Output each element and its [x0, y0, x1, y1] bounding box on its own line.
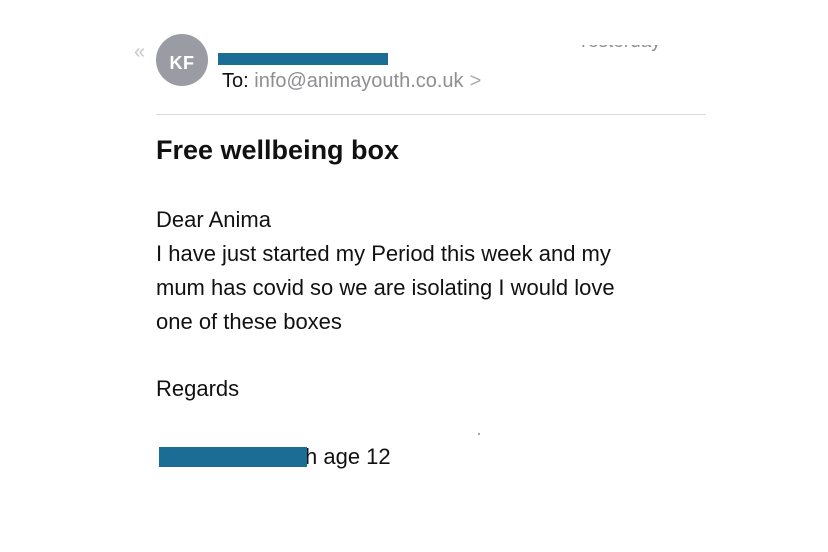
signature-name-redaction [159, 447, 307, 467]
back-chevron-icon[interactable]: « [134, 42, 145, 62]
recipient-address[interactable]: info@animayouth.co.uk [254, 70, 463, 92]
to-label: To: [222, 70, 249, 92]
email-date: Yesterday [577, 31, 661, 52]
email-greeting: Dear Anima [156, 207, 271, 232]
avatar-initials: KF [169, 53, 195, 73]
sender-name-redaction [218, 53, 388, 65]
email-subject: Free wellbeing box [156, 135, 400, 165]
signature-text: h age 12 [305, 444, 391, 469]
email-body-line: I have just started my Period this week … [156, 241, 611, 266]
recipient-row[interactable]: To: info@animayouth.co.uk > [222, 68, 481, 94]
email-signoff: Regards [156, 376, 240, 401]
email-body-line: one of these boxes [156, 309, 342, 334]
header-divider [156, 114, 706, 115]
image-speck [478, 433, 480, 435]
sender-avatar[interactable]: KF [156, 34, 208, 86]
email-body-line: mum has covid so we are isolating I woul… [156, 275, 615, 300]
chevron-right-icon[interactable]: > [470, 70, 482, 92]
